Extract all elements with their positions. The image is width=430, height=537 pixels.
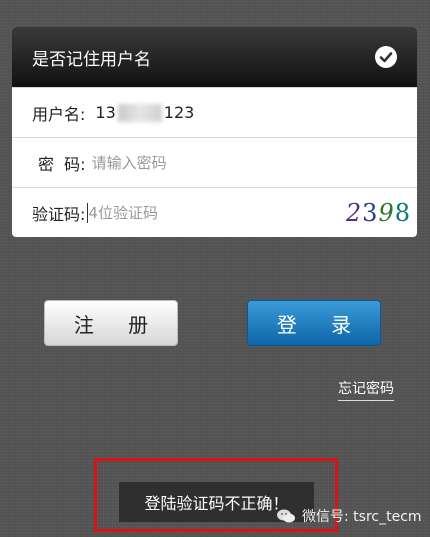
username-field[interactable]: 13 123 — [95, 103, 194, 123]
captcha-char: 2 — [345, 198, 363, 227]
captcha-label: 验证码: — [32, 204, 86, 224]
captcha-field[interactable]: 4位验证码 — [88, 202, 158, 223]
username-value-prefix: 13 — [95, 102, 116, 122]
forgot-password-link[interactable]: 忘记密码 — [338, 378, 394, 401]
blurred-digits — [117, 104, 162, 123]
username-value-suffix: 123 — [163, 102, 195, 122]
captcha-char: 3 — [362, 198, 379, 227]
captcha-char: 8 — [394, 198, 411, 227]
password-row[interactable]: 密 码: 请输入密码 — [12, 137, 417, 187]
password-field[interactable]: 请输入密码 — [92, 152, 167, 173]
remember-username-row[interactable]: 是否记住用户名 — [12, 27, 417, 87]
login-form-card: 是否记住用户名 用户名: 13 123 密 码: 请输入密码 验证码: 4位验证码… — [12, 27, 417, 237]
checkmark-icon[interactable] — [375, 46, 397, 68]
login-button[interactable]: 登 录 — [247, 300, 381, 346]
username-label: 用户名: — [32, 104, 86, 124]
wechat-watermark: 微信号: tsrc_tecm — [276, 506, 422, 526]
captcha-row[interactable]: 验证码: 4位验证码 2398 — [12, 187, 417, 237]
register-button[interactable]: 注 册 — [44, 300, 178, 346]
password-label: 密 码: — [38, 154, 86, 174]
captcha-image[interactable]: 2398 — [346, 199, 411, 227]
captcha-char: 9 — [378, 198, 395, 227]
remember-username-label: 是否记住用户名 — [32, 49, 151, 70]
username-row[interactable]: 用户名: 13 123 — [12, 87, 417, 137]
wechat-icon — [277, 509, 295, 523]
watermark-text: 微信号: tsrc_tecm — [302, 509, 422, 525]
